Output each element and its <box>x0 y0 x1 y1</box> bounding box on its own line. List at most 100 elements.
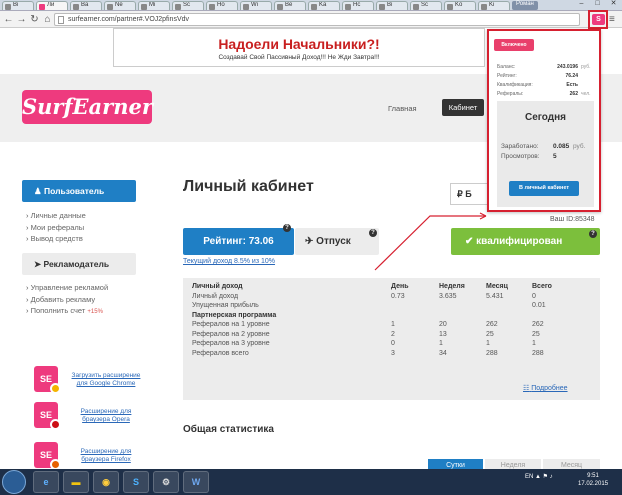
tab-day[interactable]: Сутки <box>428 459 483 469</box>
system-tray[interactable]: EN ▲ ⚑ ♪ <box>525 473 553 480</box>
qualification-button[interactable]: ✔ квалифицирован <box>451 228 600 255</box>
popup-balance-value: 243.0196 <box>557 64 578 70</box>
stats-cell: 1 <box>486 340 490 348</box>
tab-week[interactable]: Неделя <box>485 459 541 469</box>
rating-button[interactable]: Рейтинг: 73.06 <box>183 228 294 255</box>
stats-row-label: Рефералов всего <box>192 349 249 357</box>
sidebar-link-manage-ads[interactable]: Управление рекламой <box>26 282 109 294</box>
menu-icon[interactable]: ≡ <box>609 14 619 25</box>
browser-tab[interactable]: Sc <box>172 1 204 10</box>
stats-row-label: Рефералов на 3 уровне <box>192 340 270 348</box>
opera-extension-promo[interactable]: SE Расширение для браузера Opera <box>34 402 154 432</box>
language-indicator[interactable]: EN <box>525 474 533 480</box>
browser-tab[interactable]: Hc <box>342 1 374 10</box>
firefox-extension-link[interactable]: Расширение для браузера Firefox <box>66 448 146 464</box>
popup-balance-label: Баланс: <box>497 64 516 70</box>
address-url: surfearner.com/partner#.VOJ2pfinsVdv <box>68 16 190 23</box>
tab-label: Wi <box>251 2 258 8</box>
today-views-value: 5 <box>553 153 557 160</box>
tab-month[interactable]: Месяц <box>543 459 600 469</box>
qualification-help-icon[interactable]: ? <box>589 230 597 238</box>
home-icon[interactable]: ⌂ <box>42 14 53 25</box>
hierarchy-icon: ☷ <box>523 385 530 392</box>
ruble-icon: ₽ <box>457 189 463 199</box>
nav-cabinet-link[interactable]: Кабинет <box>442 99 484 116</box>
tab-favicon-icon <box>379 4 385 10</box>
chrome-extension-link[interactable]: Загрузить расширение для Google Chrome <box>66 372 146 388</box>
back-icon[interactable]: ← <box>3 14 14 25</box>
start-button-icon[interactable] <box>2 470 26 494</box>
promo-banner[interactable]: Надоели Начальники?! Создавай Свой Пасси… <box>113 28 485 67</box>
browser-tab[interactable]: Ли <box>36 1 68 10</box>
explorer-icon[interactable]: ▬ <box>63 471 89 493</box>
browser-tab[interactable]: Wi <box>240 1 272 10</box>
stats-cell: 25 <box>532 330 540 338</box>
browser-tab[interactable]: Bi <box>376 1 408 10</box>
browser-tab[interactable]: Mi <box>138 1 170 10</box>
stats-cell <box>391 311 439 321</box>
stats-cell <box>439 311 486 321</box>
chrome-extension-promo[interactable]: SE Загрузить расширение для Google Chrom… <box>34 366 154 396</box>
browser-tab[interactable]: Ko <box>444 1 476 10</box>
minimize-icon[interactable]: – <box>574 0 589 8</box>
browser-tab[interactable]: Ho <box>206 1 238 10</box>
user-section-button[interactable]: ♟ Пользователь <box>22 180 136 202</box>
browser-tab[interactable]: Bi <box>2 1 34 10</box>
stats-cell: 34 <box>439 349 447 357</box>
popup-qual-label: Квалификация: <box>497 82 533 88</box>
check-icon: ✔ <box>465 236 474 247</box>
forward-icon[interactable]: → <box>16 14 27 25</box>
clock[interactable]: 9:51 17.02.2015 <box>578 472 608 488</box>
skype-icon[interactable]: S <box>123 471 149 493</box>
address-bar[interactable]: surfearner.com/partner#.VOJ2pfinsVdv <box>54 13 580 26</box>
stats-cell: 1 <box>391 321 395 329</box>
word-icon[interactable]: W <box>183 471 209 493</box>
site-logo[interactable]: SurfEarner <box>22 90 153 124</box>
details-link[interactable]: ☷ Подробнее <box>523 384 568 392</box>
nav-home-link[interactable]: Главная <box>388 104 417 113</box>
stats-cell: 0.73 <box>391 292 405 300</box>
vacation-help-icon[interactable]: ? <box>369 229 377 237</box>
steam-icon[interactable]: ⚙ <box>153 471 179 493</box>
status-badge[interactable]: Включено <box>494 39 534 51</box>
browser-tab[interactable]: Ka <box>308 1 340 10</box>
tab-label: Bi <box>387 2 393 8</box>
today-earned-row: Заработано: 0.085 руб. <box>501 143 594 150</box>
sidebar-link-add-ad[interactable]: Добавить рекламу <box>26 294 108 306</box>
close-icon[interactable]: ✕ <box>606 0 621 8</box>
chrome-icon[interactable]: ◉ <box>93 471 119 493</box>
profile-chip[interactable]: Роман <box>512 1 538 10</box>
vacation-button[interactable]: ✈ Отпуск <box>295 228 379 255</box>
reload-icon[interactable]: ↻ <box>29 14 40 25</box>
tab-favicon-icon <box>39 4 45 10</box>
stats-header-cell: Личный доход <box>192 283 243 291</box>
top-up-bonus: +15% <box>87 309 103 315</box>
sidebar-link-my-referrals[interactable]: Мои рефералы <box>26 222 86 234</box>
advertiser-section-button[interactable]: ➤ Рекламодатель <box>22 253 136 275</box>
advertiser-section-label: Рекламодатель <box>43 259 110 269</box>
sidebar-link-personal-data[interactable]: Личные данные <box>26 210 86 222</box>
browser-tab[interactable]: Ba <box>70 1 102 10</box>
extension-popup: Включено Баланс: 243.0196 руб. Рейтинг: 76.… <box>487 29 601 212</box>
today-earned-label: Заработано: <box>501 143 539 150</box>
stats-row: Рефералов на 1 уровне 1 20 262 262 <box>192 320 572 330</box>
current-income-link[interactable]: Текущий доход 8.5% из 10% <box>183 258 275 265</box>
browser-tab[interactable]: Ne <box>104 1 136 10</box>
sidebar-link-withdraw[interactable]: Вывод средств <box>26 233 86 245</box>
tab-label: Ka <box>319 2 327 8</box>
tab-favicon-icon <box>277 4 283 10</box>
firefox-extension-promo[interactable]: SE Расширение для браузера Firefox <box>34 442 154 469</box>
browser-tab[interactable]: Be <box>274 1 306 10</box>
rating-help-icon[interactable]: ? <box>283 224 291 232</box>
stats-header-cell: День <box>391 283 409 291</box>
tab-favicon-icon <box>175 4 181 10</box>
browser-tab[interactable]: Ki <box>478 1 510 10</box>
stats-cell: 3.635 <box>439 292 457 300</box>
maximize-icon[interactable]: □ <box>590 0 605 8</box>
balance-button[interactable]: ₽ Б <box>450 183 490 205</box>
browser-tab[interactable]: Sc <box>410 1 442 10</box>
ie-icon[interactable]: e <box>33 471 59 493</box>
opera-extension-link[interactable]: Расширение для браузера Opera <box>66 408 146 424</box>
go-to-cabinet-button[interactable]: В личный кабинет <box>509 181 579 196</box>
sidebar-link-top-up[interactable]: Пополнить счет +15% <box>26 305 108 319</box>
